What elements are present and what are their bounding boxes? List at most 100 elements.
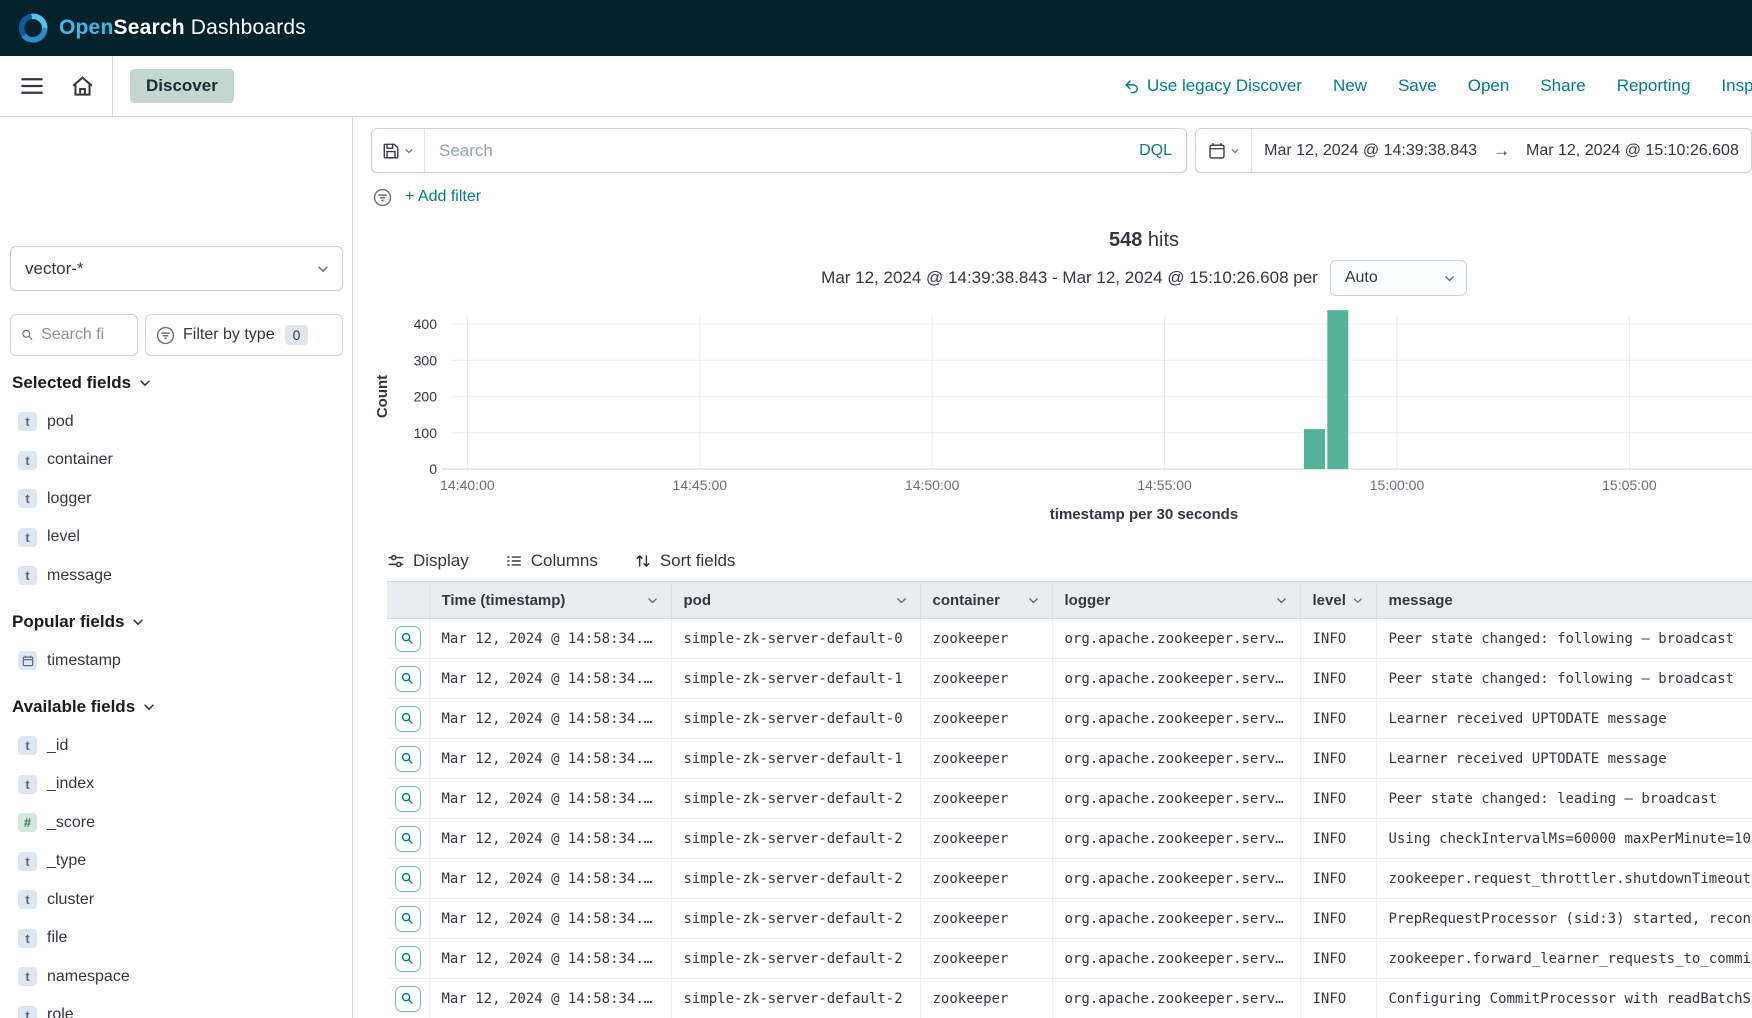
- app-title: OpenSearch Dashboards: [59, 16, 306, 40]
- string-field-icon: t: [18, 852, 37, 871]
- query-language-button[interactable]: DQL: [1129, 142, 1172, 160]
- field-item-container[interactable]: tcontainer: [10, 441, 343, 480]
- field-search-input[interactable]: [41, 326, 131, 344]
- chevron-down-icon: [316, 262, 330, 276]
- field-item-message[interactable]: tmessage: [10, 557, 343, 596]
- expand-document-button[interactable]: [395, 786, 421, 812]
- cell-container: zookeeper: [920, 939, 1052, 979]
- expand-document-button[interactable]: [395, 986, 421, 1012]
- svg-text:14:45:00: 14:45:00: [673, 477, 728, 493]
- histogram-bar[interactable]: [1304, 429, 1325, 469]
- nav-link-inspect[interactable]: Inspect: [1721, 76, 1752, 96]
- date-quick-select-button[interactable]: [1196, 129, 1252, 172]
- date-to[interactable]: Mar 12, 2024 @ 15:10:26.608: [1526, 142, 1739, 160]
- cell-container: zookeeper: [920, 899, 1052, 939]
- table-header-pod[interactable]: pod: [671, 582, 920, 619]
- nav-link-open[interactable]: Open: [1468, 76, 1510, 96]
- interval-select[interactable]: Auto: [1330, 260, 1467, 296]
- saved-queries-button[interactable]: [372, 129, 425, 172]
- expand-document-button[interactable]: [395, 746, 421, 772]
- cell-logger: org.apache.zookeeper.serv…: [1052, 699, 1300, 739]
- nav-link-reporting[interactable]: Reporting: [1617, 76, 1691, 96]
- field-item-pod[interactable]: tpod: [10, 403, 343, 442]
- field-item-file[interactable]: tfile: [10, 919, 343, 958]
- use-legacy-discover-link[interactable]: Use legacy Discover: [1123, 76, 1302, 96]
- cell-time: Mar 12, 2024 @ 14:58:34.…: [429, 739, 671, 779]
- table-header-message[interactable]: message: [1376, 582, 1752, 619]
- expand-document-button[interactable]: [395, 826, 421, 852]
- display-button[interactable]: Display: [387, 551, 469, 571]
- cell-container: zookeeper: [920, 979, 1052, 1018]
- field-item-timestamp[interactable]: timestamp: [10, 642, 343, 681]
- nav-link-save[interactable]: Save: [1398, 76, 1437, 96]
- search-query-input[interactable]: [439, 141, 1129, 161]
- field-section-popular-fields[interactable]: Popular fields: [10, 603, 343, 642]
- table-header-level[interactable]: level: [1300, 582, 1376, 619]
- table-row: Mar 12, 2024 @ 14:58:34.…simple-zk-serve…: [387, 979, 1752, 1018]
- table-row: Mar 12, 2024 @ 14:58:34.…simple-zk-serve…: [387, 659, 1752, 699]
- expand-document-button[interactable]: [395, 866, 421, 892]
- date-from[interactable]: Mar 12, 2024 @ 14:39:38.843: [1264, 142, 1477, 160]
- filter-by-type-button[interactable]: Filter by type 0: [145, 314, 343, 356]
- svg-text:14:50:00: 14:50:00: [905, 477, 960, 493]
- cell-pod: simple-zk-server-default-1: [671, 659, 920, 699]
- table-header-time-timestamp-[interactable]: Time (timestamp): [429, 582, 671, 619]
- field-item-_index[interactable]: t_index: [10, 765, 343, 804]
- field-name: _id: [47, 737, 68, 755]
- calendar-field-icon: [22, 655, 34, 667]
- home-button[interactable]: [64, 68, 100, 104]
- field-item-namespace[interactable]: tnamespace: [10, 958, 343, 997]
- string-field-icon: t: [18, 929, 37, 948]
- svg-text:15:00:00: 15:00:00: [1370, 477, 1425, 493]
- cell-message: Learner received UPTODATE message: [1376, 739, 1752, 779]
- table-header-logger[interactable]: logger: [1052, 582, 1300, 619]
- field-item-level[interactable]: tlevel: [10, 518, 343, 557]
- add-filter-button[interactable]: + Add filter: [405, 188, 481, 206]
- filter-icon: [156, 326, 175, 345]
- sort-icon: [634, 552, 652, 570]
- columns-button[interactable]: Columns: [505, 551, 598, 571]
- string-field-icon: t: [18, 451, 37, 470]
- breadcrumb[interactable]: Discover: [130, 69, 234, 103]
- histogram-bar[interactable]: [1327, 310, 1348, 469]
- filter-menu-button[interactable]: [371, 186, 393, 208]
- field-section-selected-fields[interactable]: Selected fields: [10, 364, 343, 403]
- field-item-_type[interactable]: t_type: [10, 842, 343, 881]
- menu-button[interactable]: [14, 68, 50, 104]
- field-section-available-fields[interactable]: Available fields: [10, 688, 343, 727]
- field-item-_score[interactable]: #_score: [10, 804, 343, 843]
- sort-fields-button[interactable]: Sort fields: [634, 551, 736, 571]
- section-title: Available fields: [12, 697, 135, 717]
- expand-document-button[interactable]: [395, 666, 421, 692]
- cell-logger: org.apache.zookeeper.serv…: [1052, 859, 1300, 899]
- chevron-down-icon: [404, 146, 414, 156]
- expand-document-button[interactable]: [395, 906, 421, 932]
- svg-text:100: 100: [414, 425, 438, 441]
- nav-link-share[interactable]: Share: [1540, 76, 1585, 96]
- field-item-cluster[interactable]: tcluster: [10, 881, 343, 920]
- cell-container: zookeeper: [920, 619, 1052, 659]
- sidebar: vector-* Filter by type 0 Selected field…: [0, 117, 353, 1018]
- expand-document-button[interactable]: [395, 706, 421, 732]
- field-name: message: [47, 567, 112, 585]
- table-header-expand: [387, 582, 429, 619]
- nav-link-new[interactable]: New: [1333, 76, 1367, 96]
- inspect-icon: [400, 951, 415, 966]
- cell-time: Mar 12, 2024 @ 14:58:34.…: [429, 619, 671, 659]
- cell-message: Peer state changed: following – broadcas…: [1376, 619, 1752, 659]
- svg-text:14:40:00: 14:40:00: [440, 477, 495, 493]
- expand-document-button[interactable]: [395, 946, 421, 972]
- field-item-logger[interactable]: tlogger: [10, 480, 343, 519]
- divider: [112, 56, 113, 116]
- histogram-chart[interactable]: 010020030040014:40:0014:45:0014:50:0014:…: [371, 309, 1752, 504]
- table-header-container[interactable]: container: [920, 582, 1052, 619]
- svg-text:14:55:00: 14:55:00: [1137, 477, 1192, 493]
- index-pattern-select[interactable]: vector-*: [10, 246, 343, 291]
- field-search[interactable]: [10, 314, 138, 356]
- cell-logger: org.apache.zookeeper.serv…: [1052, 659, 1300, 699]
- expand-document-button[interactable]: [395, 626, 421, 652]
- cell-level: INFO: [1300, 619, 1376, 659]
- field-item-_id[interactable]: t_id: [10, 727, 343, 766]
- cell-time: Mar 12, 2024 @ 14:58:34.…: [429, 659, 671, 699]
- field-item-role[interactable]: trole: [10, 996, 343, 1018]
